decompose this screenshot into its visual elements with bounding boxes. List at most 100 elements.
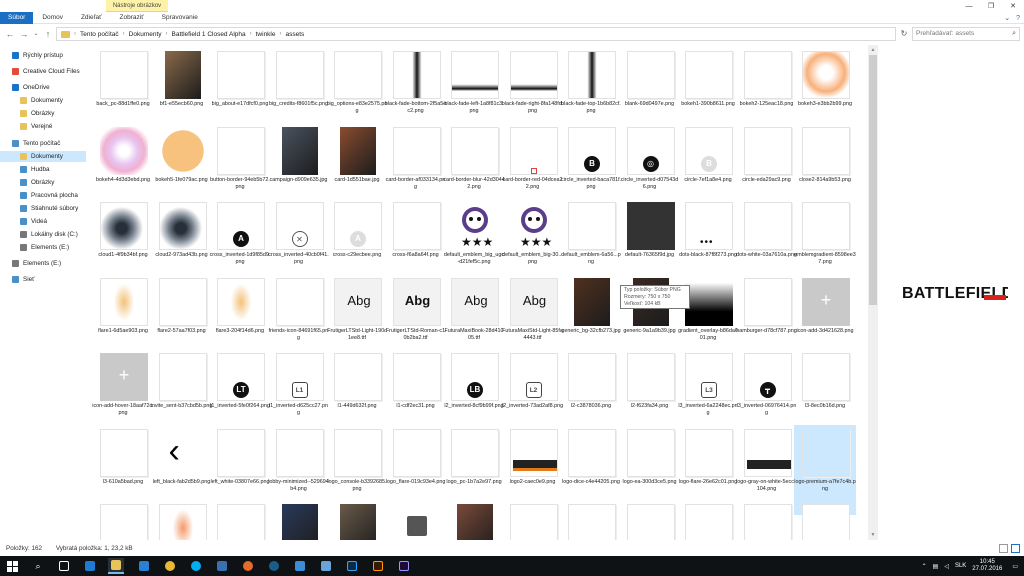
network-icon	[12, 276, 19, 283]
file-explorer-taskbar-icon[interactable]	[108, 558, 124, 574]
scroll-thumb[interactable]	[869, 55, 877, 305]
large-icons-view-icon[interactable]	[1011, 544, 1020, 553]
font-preview-text: Abg	[464, 292, 488, 308]
sidebar-item[interactable]: Dokumenty	[0, 95, 86, 106]
file-name: l1-cdf2ec31.png	[396, 403, 435, 409]
back-arrow-icon[interactable]: ←	[4, 28, 16, 40]
sidebar-item[interactable]: OneDrive	[0, 82, 86, 93]
file-name: bokeh1-390b8611.png	[681, 101, 735, 107]
file-thumbnail: Abg	[509, 277, 558, 326]
sidebar-item[interactable]: Tento počítač	[0, 138, 86, 149]
breadcrumb-item[interactable]: Dokumenty	[129, 31, 162, 38]
language-indicator[interactable]: SLK	[955, 563, 966, 569]
file-item[interactable]: logo-uprise-8b0e9297.png	[92, 500, 154, 540]
chrome-icon[interactable]	[162, 558, 178, 574]
sidebar-item[interactable]: Sieť	[0, 274, 86, 285]
edge-icon[interactable]	[82, 558, 98, 574]
file-item[interactable]: matchmaking-sprite-7c9ed045.png	[209, 500, 271, 540]
file-item[interactable]: menu-icon-light-4dd7c086.png	[502, 500, 564, 540]
sidebar-item[interactable]: Creative Cloud Files	[0, 66, 86, 77]
up-arrow-icon[interactable]: ↑	[42, 28, 54, 40]
details-view-icon[interactable]	[999, 544, 1008, 553]
file-item[interactable]: menu-icon-4838bffd.png	[326, 500, 388, 540]
file-thumbnail: ★★★	[509, 202, 558, 250]
sidebar-item[interactable]: Dokumenty	[0, 151, 86, 162]
sidebar-item[interactable]: Elements (E:)	[0, 258, 86, 269]
breadcrumb-item[interactable]: twinkle	[256, 31, 276, 38]
file-name: left_white-03807e66.png	[210, 478, 270, 485]
close-button[interactable]: ✕	[1002, 0, 1024, 12]
search-taskbar-icon[interactable]: ⌕	[30, 558, 46, 574]
file-thumbnail	[158, 202, 207, 250]
file-item[interactable]: menu-icon-light-770ada4a.png	[560, 500, 622, 540]
file-item[interactable]: menu-icon-light-d9da8eb1.png	[619, 500, 681, 540]
clock[interactable]: 10:45 27.07.2016	[972, 559, 1002, 573]
app-icon[interactable]	[214, 558, 230, 574]
picture-tools-title: Nástroje obrázkov	[106, 0, 168, 12]
after-effects-icon[interactable]	[396, 558, 412, 574]
tab-home[interactable]: Domov	[33, 12, 72, 24]
tab-share[interactable]: Zdieľať	[72, 12, 111, 24]
vertical-scrollbar[interactable]: ▲ ▼	[868, 45, 878, 540]
task-view-icon[interactable]	[56, 558, 72, 574]
chevron-right-icon: ›	[122, 31, 125, 37]
volume-icon[interactable]: ◁	[944, 563, 949, 570]
file-item[interactable]: OPTIONSoptions_inverted-2972c398.png	[794, 500, 856, 540]
file-name: generic_bg-32cfb273.jpg	[561, 327, 621, 334]
tab-file[interactable]: Súbor	[0, 12, 34, 24]
sidebar-item[interactable]: Stiahnuté súbory	[0, 203, 86, 214]
notifications-icon[interactable]: ▭	[1012, 563, 1018, 570]
skype-icon[interactable]	[188, 558, 204, 574]
sidebar-item[interactable]: Videá	[0, 216, 86, 227]
file-name: l3_inverted-06976414.png	[736, 403, 797, 416]
sidebar-item[interactable]: Pracovná plocha	[0, 190, 86, 201]
breadcrumb-item[interactable]: Battlefield 1 Closed Alpha	[172, 31, 246, 38]
file-thumbnail	[509, 504, 558, 540]
file-item[interactable]: menu-icon-light-e580202a.png	[677, 500, 739, 540]
start-button[interactable]	[4, 558, 20, 574]
maximize-button[interactable]: ❐	[980, 0, 1002, 12]
sidebar-item[interactable]: Rýchly prístup	[0, 50, 86, 61]
file-item[interactable]: main-flare-52d82e02.png	[151, 500, 213, 540]
breadcrumb-item[interactable]: Tento počítač	[80, 31, 119, 38]
file-thumbnail	[743, 428, 792, 477]
help-icon[interactable]: ?	[1016, 15, 1020, 22]
sidebar-item[interactable]: Hudba	[0, 164, 86, 175]
firefox-icon[interactable]	[240, 558, 256, 574]
file-item[interactable]: online-minimized-91629f7.png	[736, 500, 798, 540]
network-tray-icon[interactable]: ▤	[933, 563, 939, 570]
sidebar-item[interactable]: Verejné	[0, 121, 86, 132]
search-input[interactable]: Prehľadávať: assets ⌕	[912, 27, 1020, 41]
file-item[interactable]: menu-iconbf1-532597ae.png	[443, 500, 505, 540]
file-name: bokeh3-e3bb2b99.png	[798, 101, 852, 107]
sidebar-item[interactable]: Obrázky	[0, 108, 86, 119]
breadcrumb-item[interactable]: assets	[286, 31, 305, 38]
store-icon[interactable]	[136, 558, 152, 574]
illustrator-icon[interactable]	[370, 558, 386, 574]
tab-manage[interactable]: Spravovanie	[153, 12, 207, 24]
scroll-down-icon[interactable]: ▼	[868, 530, 878, 540]
sidebar-item[interactable]: Elements (E:)	[0, 242, 86, 253]
app-icon[interactable]	[292, 558, 308, 574]
cloud-icon	[12, 84, 19, 91]
tray-chevron-icon[interactable]: ⌃	[922, 563, 927, 570]
sidebar-item[interactable]: Obrázky	[0, 177, 86, 188]
file-name: circle-eda29ac9.png	[742, 176, 791, 183]
tab-view[interactable]: Zobraziť	[111, 12, 153, 24]
file-thumbnail	[340, 126, 376, 175]
photoshop-icon[interactable]	[344, 558, 360, 574]
refresh-icon[interactable]: ↻	[898, 28, 910, 40]
file-item[interactable]: menu-icon-31e29b06.png	[268, 500, 330, 540]
sidebar-item[interactable]: Lokálny disk (C:)	[0, 229, 86, 240]
scroll-up-icon[interactable]: ▲	[868, 45, 878, 55]
file-item[interactable]: menu-icon-15285efc.png	[385, 500, 447, 540]
breadcrumb[interactable]: › Tento počítač › Dokumenty › Battlefiel…	[56, 27, 896, 41]
taskbar: ⌕ ⌃ ▤ ◁ SLK 10:45 27.07.2016 ▭	[0, 556, 1024, 576]
ribbon-expand-icon[interactable]: ⌄	[1004, 14, 1010, 22]
recent-dropdown-icon[interactable]: ⌄	[30, 28, 42, 40]
app-icon[interactable]	[318, 558, 334, 574]
file-thumbnail	[509, 126, 558, 175]
minimize-button[interactable]: —	[958, 0, 980, 12]
steam-icon[interactable]	[266, 558, 282, 574]
forward-arrow-icon[interactable]: →	[18, 28, 30, 40]
